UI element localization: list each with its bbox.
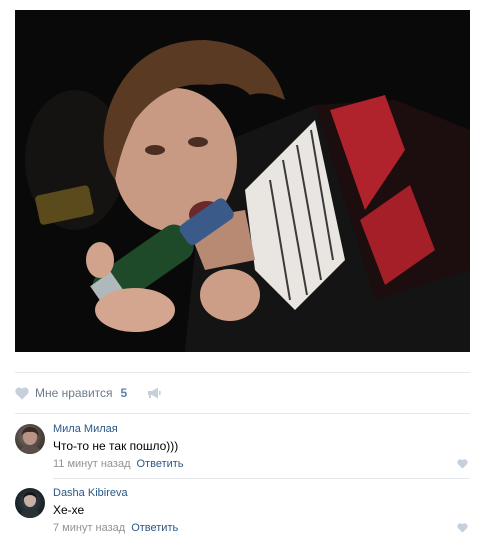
heart-icon — [15, 387, 29, 399]
avatar[interactable] — [15, 424, 45, 454]
comment-time[interactable]: 7 минут назад — [53, 522, 125, 534]
heart-icon[interactable] — [457, 459, 468, 469]
like-label: Мне нравится — [35, 386, 113, 400]
comment-time[interactable]: 11 минут назад — [53, 458, 131, 470]
comment-meta: 11 минут назад Ответить — [53, 457, 470, 471]
comment-meta: 7 минут назад Ответить — [53, 521, 470, 535]
comment-text: Что-то не так пошло))) — [53, 439, 179, 453]
heart-icon[interactable] — [457, 523, 468, 533]
divider — [15, 372, 470, 373]
megaphone-icon[interactable] — [147, 387, 161, 399]
photo-illustration — [15, 10, 470, 352]
comment-author[interactable]: Dasha Kibireva — [53, 486, 470, 500]
divider — [15, 413, 470, 414]
reply-button[interactable]: Ответить — [137, 458, 184, 470]
like-button[interactable]: Мне нравится 5 — [15, 386, 127, 400]
divider — [53, 478, 470, 479]
avatar[interactable] — [15, 488, 45, 518]
comment-author[interactable]: Мила Милая — [53, 422, 470, 436]
avatar-image — [19, 492, 41, 518]
comment-text: Хе-хе — [53, 503, 85, 517]
post-photo[interactable] — [15, 10, 470, 352]
reply-button[interactable]: Ответить — [131, 522, 178, 534]
like-count: 5 — [120, 386, 128, 400]
avatar-image — [18, 427, 42, 454]
post-actions-bar: Мне нравится 5 — [15, 380, 161, 406]
